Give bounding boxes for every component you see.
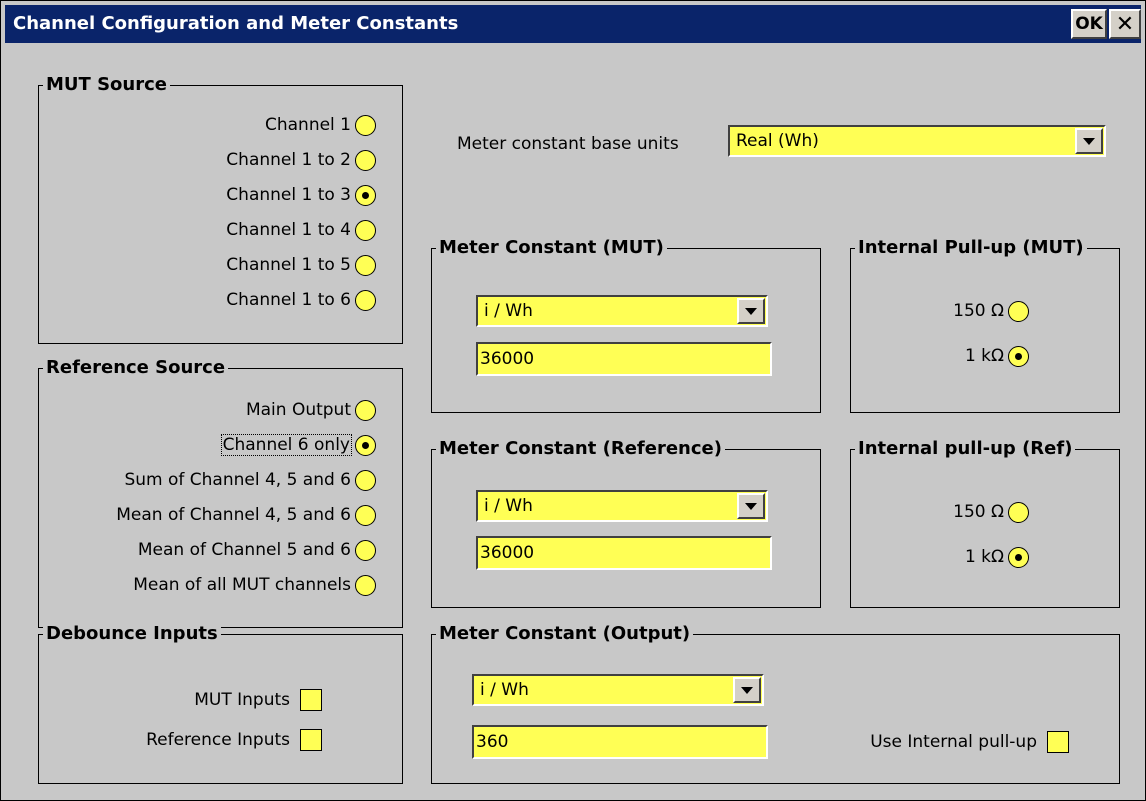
radio-button[interactable] [355,539,376,561]
radio-label: 1 kΩ [964,547,1004,567]
meter-constant-reference-title: Meter Constant (Reference) [436,438,725,460]
reference-source-option[interactable]: Sum of Channel 4, 5 and 6 [124,466,376,494]
mut-source-option[interactable]: Channel 1 to 3 [226,181,376,209]
base-units-dropdown[interactable]: Real (Wh) [728,125,1106,157]
use-internal-pullup-checkbox-row[interactable]: Use Internal pull-up [870,727,1069,757]
radio-label: 1 kΩ [964,346,1004,366]
meter-constant-mut-title: Meter Constant (MUT) [436,237,667,259]
radio-label: Mean of all MUT channels [133,575,351,595]
meter-constant-reference-group: Meter Constant (Reference) i / Wh 36000 [431,438,821,608]
radio-button[interactable] [355,469,376,491]
radio-label: Sum of Channel 4, 5 and 6 [124,470,351,490]
radio-label: Channel 1 [264,115,351,135]
pullup-mut-1k-option[interactable]: 1 kΩ [965,342,1029,370]
radio-label: Channel 1 to 6 [226,290,351,310]
radio-button[interactable] [355,114,376,136]
radio-label: 150 Ω [953,502,1004,522]
chevron-down-icon[interactable] [737,493,765,519]
base-units-label: Meter constant base units [457,134,679,154]
dialog-window: Channel Configuration and Meter Constant… [0,0,1146,801]
radio-label: Main Output [245,400,351,420]
radio-button-selected[interactable] [355,184,376,206]
chevron-down-icon[interactable] [1075,128,1103,154]
reference-source-option[interactable]: Mean of all MUT channels [133,571,376,599]
radio-button[interactable] [1008,501,1029,523]
mut-source-option[interactable]: Channel 1 to 5 [226,251,376,279]
base-units-value: Real (Wh) [736,131,819,151]
mut-source-title: MUT Source [43,74,170,96]
meter-constant-output-input[interactable]: 360 [472,725,768,759]
meter-constant-output-group: Meter Constant (Output) i / Wh 360 Use I… [431,623,1120,784]
meter-constant-output-title: Meter Constant (Output) [436,623,694,645]
meter-constant-mut-unit-dropdown[interactable]: i / Wh [476,295,768,327]
chevron-down-icon[interactable] [733,677,761,703]
radio-button[interactable] [1008,300,1029,322]
radio-button[interactable] [355,574,376,596]
pullup-mut-150-option[interactable]: 150 Ω [953,297,1029,325]
meter-constant-mut-group: Meter Constant (MUT) i / Wh 36000 [431,237,821,413]
mut-inputs-label: MUT Inputs [194,690,290,710]
mut-source-option[interactable]: Channel 1 to 4 [226,216,376,244]
radio-label: Channel 1 to 3 [226,185,351,205]
unit-value: i / Wh [480,680,529,700]
radio-button[interactable] [355,254,376,276]
radio-button[interactable] [355,219,376,241]
radio-button[interactable] [355,399,376,421]
reference-inputs-checkbox-row[interactable]: Reference Inputs [146,725,322,755]
reference-source-title: Reference Source [43,357,229,379]
reference-inputs-label: Reference Inputs [146,730,290,750]
pullup-ref-150-option[interactable]: 150 Ω [953,498,1029,526]
radio-label: Channel 6 only [220,434,353,456]
pullup-ref-1k-option[interactable]: 1 kΩ [965,543,1029,571]
radio-label: Mean of Channel 5 and 6 [137,540,351,560]
mut-inputs-checkbox[interactable] [300,689,322,711]
reference-source-option[interactable]: Mean of Channel 4, 5 and 6 [116,501,376,529]
unit-value: i / Wh [484,301,533,321]
ok-button[interactable]: OK [1071,9,1107,39]
mut-source-option[interactable]: Channel 1 to 6 [226,286,376,314]
radio-label: Channel 1 to 5 [226,255,351,275]
internal-pullup-ref-group: Internal pull-up (Ref) 150 Ω 1 kΩ [850,438,1120,608]
mut-inputs-checkbox-row[interactable]: MUT Inputs [194,685,322,715]
reference-source-option[interactable]: Mean of Channel 5 and 6 [138,536,376,564]
radio-button[interactable] [355,504,376,526]
radio-label: Channel 1 to 2 [226,150,351,170]
debounce-inputs-group: Debounce Inputs MUT Inputs Reference Inp… [38,623,403,784]
radio-button[interactable] [355,289,376,311]
meter-constant-reference-unit-dropdown[interactable]: i / Wh [476,490,768,522]
radio-label: 150 Ω [953,301,1004,321]
radio-button[interactable] [355,149,376,171]
debounce-inputs-title: Debounce Inputs [43,623,221,645]
reference-inputs-checkbox[interactable] [300,729,322,751]
mut-source-option[interactable]: Channel 1 to 2 [226,146,376,174]
internal-pullup-mut-group: Internal Pull-up (MUT) 150 Ω 1 kΩ [850,237,1120,413]
reference-source-group: Reference Source Main Output Channel 6 o… [38,357,403,628]
radio-button-selected[interactable] [1008,546,1029,568]
meter-constant-output-unit-dropdown[interactable]: i / Wh [472,674,764,706]
meter-constant-mut-input[interactable]: 36000 [476,342,772,376]
internal-pullup-ref-title: Internal pull-up (Ref) [855,438,1076,460]
meter-constant-reference-input[interactable]: 36000 [476,536,772,570]
window-title: Channel Configuration and Meter Constant… [13,13,459,34]
radio-label: Mean of Channel 4, 5 and 6 [116,505,351,525]
mut-source-option[interactable]: Channel 1 [265,111,376,139]
unit-value: i / Wh [484,496,533,516]
radio-button-selected[interactable] [355,434,376,456]
use-internal-pullup-label: Use Internal pull-up [870,732,1037,752]
internal-pullup-mut-title: Internal Pull-up (MUT) [855,237,1087,259]
radio-label: Channel 1 to 4 [226,220,351,240]
mut-source-group: MUT Source Channel 1 Channel 1 to 2 Chan… [38,74,403,344]
reference-source-option[interactable]: Channel 6 only [220,431,376,459]
radio-button-selected[interactable] [1008,345,1029,367]
title-bar: Channel Configuration and Meter Constant… [5,5,1141,43]
close-button[interactable]: ✕ [1109,9,1141,39]
chevron-down-icon[interactable] [737,298,765,324]
use-internal-pullup-checkbox[interactable] [1047,731,1069,753]
reference-source-option[interactable]: Main Output [246,396,376,424]
